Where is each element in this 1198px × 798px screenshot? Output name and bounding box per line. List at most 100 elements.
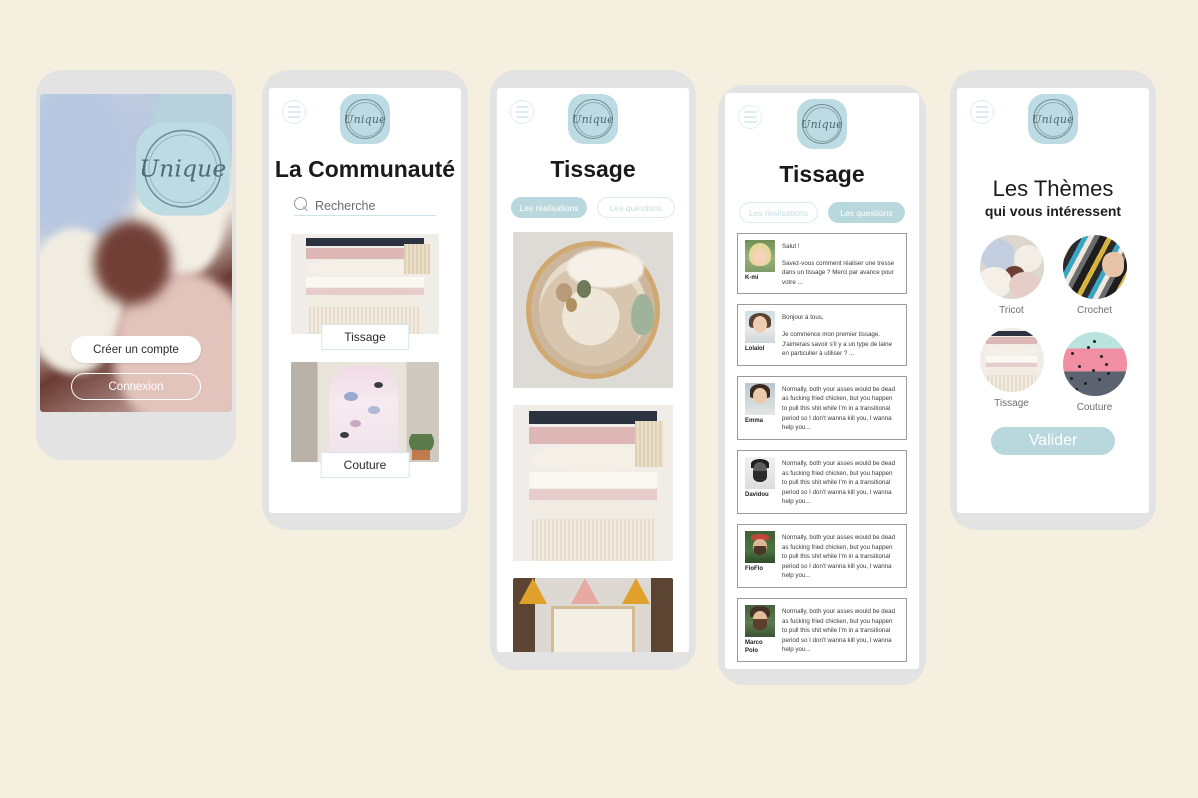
question-card[interactable]: FloFlo Normally, both your asses would b… bbox=[737, 523, 907, 589]
question-card[interactable]: Davidou Normally, both your asses would … bbox=[737, 449, 907, 514]
hamburger-menu-icon[interactable] bbox=[970, 100, 994, 124]
question-greeting: Salut ! bbox=[782, 243, 800, 250]
question-body: Normally, both your asses would be dead … bbox=[782, 385, 896, 432]
themes-title-secondary: qui vous intéressent bbox=[984, 203, 1122, 219]
brand-logo[interactable]: Unique bbox=[1028, 94, 1078, 144]
community-screen: Unique La Communauté Recherche Tissage C… bbox=[269, 88, 461, 513]
theme-label: Tricot bbox=[999, 305, 1024, 316]
brand-wordmark: Unique bbox=[1032, 112, 1074, 126]
theme-option-crochet[interactable]: Crochet bbox=[1060, 235, 1130, 316]
avatar: Marco Polo bbox=[745, 605, 775, 655]
page-title: Tissage bbox=[550, 156, 636, 182]
category-card-couture[interactable]: Couture bbox=[291, 362, 439, 478]
search-icon bbox=[294, 197, 309, 212]
post-image-wall-hanging[interactable] bbox=[513, 405, 673, 561]
search-input[interactable]: Recherche bbox=[315, 199, 375, 213]
phone-frame-tissage-questions: Unique Tissage Les réalisations Les ques… bbox=[718, 85, 926, 685]
brand-wordmark: Unique bbox=[139, 155, 227, 183]
tab-questions[interactable]: Les questions bbox=[828, 202, 905, 223]
question-card[interactable]: K-mi Salut ! Savez-vous comment réaliser… bbox=[737, 233, 907, 295]
tab-bar: Les réalisations Les questions bbox=[497, 183, 689, 218]
hamburger-menu-icon[interactable] bbox=[738, 105, 762, 129]
create-account-button[interactable]: Créer un compte bbox=[71, 336, 201, 363]
question-username: Emma bbox=[745, 417, 764, 424]
theme-image bbox=[979, 328, 1044, 392]
tab-bar: Les réalisations Les questions bbox=[725, 188, 919, 223]
post-image-hoop[interactable] bbox=[513, 232, 673, 388]
question-body: Normally, both your asses would be dead … bbox=[782, 608, 896, 654]
theme-option-tissage[interactable]: Tissage bbox=[977, 328, 1047, 413]
category-card-tissage[interactable]: Tissage bbox=[291, 234, 439, 350]
app-header: Unique bbox=[957, 88, 1149, 150]
brand-wordmark: Unique bbox=[344, 112, 386, 126]
question-body: Je commence mon premier tissage. J'aimer… bbox=[782, 331, 893, 358]
question-text: Bonjour à tous, Je commence mon premier … bbox=[782, 311, 899, 358]
app-header: Unique bbox=[725, 93, 919, 155]
brand-logo[interactable]: Unique bbox=[568, 94, 618, 144]
avatar: FloFlo bbox=[745, 530, 775, 581]
question-text: Normally, both your asses would be dead … bbox=[782, 605, 899, 655]
hamburger-menu-icon[interactable] bbox=[510, 100, 534, 124]
question-card[interactable]: Lolalol Bonjour à tous, Je commence mon … bbox=[737, 304, 907, 366]
app-header: Unique bbox=[269, 88, 461, 150]
question-username: FloFlo bbox=[745, 565, 763, 572]
login-button[interactable]: Connexion bbox=[71, 373, 201, 400]
question-username: Lolalol bbox=[745, 346, 765, 353]
question-card[interactable]: Marco Polo Normally, both your asses wou… bbox=[737, 598, 907, 663]
splash-screen: Unique Créer un compte Connexion bbox=[40, 94, 232, 412]
search-field[interactable]: Recherche bbox=[294, 197, 436, 216]
category-label: Tissage bbox=[321, 324, 409, 350]
question-text: Salut ! Savez-vous comment réaliser une … bbox=[782, 240, 899, 287]
question-body: Normally, both your asses would be dead … bbox=[782, 459, 896, 506]
question-card[interactable]: Emma Normally, both your asses would be … bbox=[737, 375, 907, 440]
tab-questions[interactable]: Les questions bbox=[597, 197, 675, 218]
tab-realisations[interactable]: Les réalisations bbox=[739, 202, 818, 223]
tissage-realisations-screen: Unique Tissage Les réalisations Les ques… bbox=[497, 88, 689, 652]
question-body: Savez-vous comment réaliser une tresse d… bbox=[782, 259, 895, 286]
phone-frame-themes: Unique Les Thèmes qui vous intéressent T… bbox=[950, 70, 1156, 530]
question-text: Normally, both your asses would be dead … bbox=[782, 457, 899, 507]
screens-canvas: Unique Créer un compte Connexion Unique … bbox=[0, 0, 1198, 798]
question-username: Marco Polo bbox=[745, 640, 763, 654]
question-greeting: Bonjour à tous, bbox=[782, 314, 824, 322]
theme-grid: Tricot Crochet Tissage Couture bbox=[970, 235, 1136, 413]
avatar: Davidou bbox=[745, 456, 775, 507]
category-image bbox=[291, 234, 439, 334]
theme-label: Couture bbox=[1076, 402, 1113, 413]
hamburger-menu-icon[interactable] bbox=[282, 100, 306, 124]
brand-logo[interactable]: Unique bbox=[340, 94, 390, 144]
brand-logo[interactable]: Unique bbox=[797, 99, 847, 149]
theme-label: Tissage bbox=[994, 398, 1029, 409]
phone-frame-splash: Unique Créer un compte Connexion bbox=[36, 70, 236, 460]
page-title: Tissage bbox=[779, 161, 865, 187]
theme-option-couture[interactable]: Couture bbox=[1060, 328, 1130, 413]
theme-image bbox=[979, 235, 1044, 299]
theme-image bbox=[1062, 332, 1127, 396]
category-image bbox=[291, 362, 439, 462]
question-text: Normally, both your asses would be dead … bbox=[782, 531, 899, 581]
themes-title-primary: Les Thèmes bbox=[992, 176, 1114, 201]
question-body: Normally, both your asses would be dead … bbox=[782, 533, 896, 580]
avatar: Emma bbox=[745, 382, 775, 433]
question-username: K-mi bbox=[745, 275, 759, 281]
category-label: Couture bbox=[320, 452, 410, 478]
question-list: K-mi Salut ! Savez-vous comment réaliser… bbox=[725, 223, 919, 663]
brand-wordmark: Unique bbox=[801, 117, 843, 131]
page-title: La Communauté bbox=[274, 156, 456, 182]
validate-button[interactable]: Valider bbox=[991, 427, 1115, 455]
phone-frame-tissage-realisations: Unique Tissage Les réalisations Les ques… bbox=[490, 70, 696, 670]
post-feed bbox=[497, 218, 689, 652]
avatar: Lolalol bbox=[745, 311, 775, 358]
tissage-questions-screen: Unique Tissage Les réalisations Les ques… bbox=[725, 93, 919, 669]
question-text: Normally, both your asses would be dead … bbox=[782, 383, 899, 433]
app-header: Unique bbox=[497, 88, 689, 150]
theme-option-tricot[interactable]: Tricot bbox=[977, 235, 1047, 316]
tab-realisations[interactable]: Les réalisations bbox=[511, 197, 587, 218]
brand-wordmark: Unique bbox=[572, 112, 614, 126]
avatar: K-mi bbox=[745, 240, 775, 287]
theme-label: Crochet bbox=[1076, 305, 1112, 316]
themes-screen: Unique Les Thèmes qui vous intéressent T… bbox=[957, 88, 1149, 513]
question-username: Davidou bbox=[745, 491, 769, 498]
phone-frame-community: Unique La Communauté Recherche Tissage C… bbox=[262, 70, 468, 530]
post-image-banner[interactable] bbox=[513, 578, 673, 652]
